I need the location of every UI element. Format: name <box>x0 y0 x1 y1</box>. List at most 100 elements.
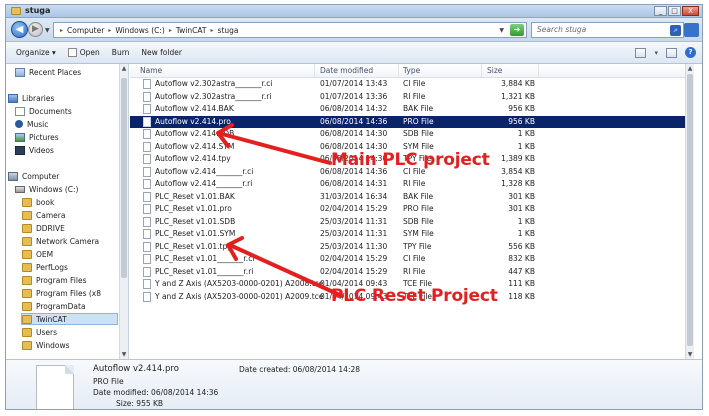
file-row[interactable]: Autoflow v2.302astra_______r.ci 01/07/201… <box>130 78 685 90</box>
refresh-button[interactable]: ➜ <box>510 24 524 36</box>
file-row[interactable]: Autoflow v2.414_______r.ri 06/08/2014 14:… <box>130 178 685 190</box>
column-date-header[interactable]: Date modified <box>320 66 373 75</box>
nav-folder-oem[interactable]: OEM <box>22 248 53 260</box>
search-input[interactable]: Search stuga ⌕ <box>531 22 684 38</box>
column-divider[interactable] <box>314 64 315 77</box>
nav-pictures[interactable]: Pictures <box>15 131 59 143</box>
nav-folder-users[interactable]: Users <box>22 326 57 338</box>
nav-scroll-thumb[interactable] <box>121 78 127 278</box>
file-row[interactable]: PLC_Reset v1.01_______r.ci 02/04/2014 15:… <box>130 253 685 265</box>
nav-folder-twincat[interactable]: TwinCAT <box>21 313 118 325</box>
breadcrumb-computer[interactable]: Computer <box>67 26 104 35</box>
file-size: 301 KB <box>508 191 535 201</box>
nav-folder-book[interactable]: book <box>22 196 54 208</box>
nav-label: Windows <box>36 340 70 350</box>
nav-label: Camera <box>36 210 66 220</box>
column-name-header[interactable]: Name <box>140 66 162 75</box>
open-label: Open <box>79 48 100 57</box>
nav-videos[interactable]: Videos <box>15 144 54 156</box>
file-type: BAK File <box>403 104 434 113</box>
file-date: 02/04/2014 15:29 <box>320 204 388 213</box>
preview-pane-icon[interactable] <box>666 47 677 58</box>
details-date-modified: Date modified: 06/08/2014 14:36 <box>93 388 219 397</box>
documents-icon <box>15 106 25 116</box>
close-button[interactable]: X <box>682 6 699 16</box>
file-row[interactable]: PLC_Reset v1.01.SYM 25/03/2014 11:31 SYM F… <box>130 228 685 240</box>
column-divider[interactable] <box>481 64 482 77</box>
file-size: 1,328 KB <box>501 179 535 188</box>
new-folder-button[interactable]: New folder <box>141 48 182 57</box>
nav-folder-network-camera[interactable]: Network Camera <box>22 235 99 247</box>
file-row[interactable]: PLC_Reset v1.01_______r.ri 02/04/2014 15:… <box>130 266 685 278</box>
library-icon <box>8 93 18 103</box>
file-row[interactable]: Autoflow v2.414.SDB 06/08/2014 14:30 SDB F… <box>130 128 685 140</box>
file-date: 25/03/2014 11:30 <box>320 241 388 251</box>
minimize-button[interactable]: _ <box>654 6 667 16</box>
breadcrumb-stuga[interactable]: stuga <box>218 26 239 35</box>
maximize-button[interactable]: □ <box>668 6 681 16</box>
nav-documents[interactable]: Documents <box>15 105 72 117</box>
nav-folder-ddrive[interactable]: DDRIVE <box>22 222 65 234</box>
file-row[interactable]: Autoflow v2.302astra_______r.ri 01/07/201… <box>130 91 685 103</box>
organize-button[interactable]: Organize ▾ <box>16 48 56 57</box>
file-row[interactable]: Autoflow v2.414.pro 06/08/2014 14:36 PRO F… <box>130 115 685 128</box>
nav-folder-program-files-x86[interactable]: Program Files (x8 <box>22 287 101 299</box>
nav-computer[interactable]: Computer <box>8 170 59 182</box>
nav-folder-perflogs[interactable]: PerfLogs <box>22 261 68 273</box>
file-name: Autoflow v2.414.SYM <box>155 141 235 151</box>
file-row[interactable]: PLC_Reset v1.01.tpy 25/03/2014 11:30 TPY F… <box>130 241 685 253</box>
scroll-down-icon[interactable]: ▼ <box>120 350 128 359</box>
chevron-right-icon: ▸ <box>108 26 112 34</box>
nav-folder-program-files[interactable]: Program Files <box>22 274 87 286</box>
help-icon[interactable]: ? <box>685 47 696 58</box>
chevron-down-icon[interactable]: ▾ <box>654 49 658 57</box>
file-type: CI File <box>403 254 426 263</box>
open-button[interactable]: Open <box>67 48 100 57</box>
chevron-right-icon: ▸ <box>60 26 64 34</box>
forward-button[interactable]: ▶ <box>28 22 43 37</box>
address-input[interactable]: ▸ Computer ▸ Windows (C:) ▸ TwinCAT ▸ st… <box>53 22 527 38</box>
nav-recent-places[interactable]: Recent Places <box>15 66 81 78</box>
folder-icon <box>22 340 32 350</box>
videos-icon <box>15 145 25 155</box>
search-icon[interactable]: ⌕ <box>670 25 681 36</box>
breadcrumb-twincat[interactable]: TwinCAT <box>176 26 207 35</box>
list-scroll-thumb[interactable] <box>687 74 693 346</box>
column-divider[interactable] <box>398 64 399 77</box>
nav-label: Recent Places <box>29 67 82 77</box>
scroll-up-icon[interactable]: ▲ <box>120 64 128 73</box>
info-icon[interactable] <box>684 23 699 37</box>
breadcrumb-drive[interactable]: Windows (C:) <box>115 26 164 35</box>
nav-label: Music <box>27 119 49 129</box>
view-options-icon[interactable] <box>635 47 647 58</box>
nav-drive-c[interactable]: Windows (C:) <box>15 183 78 195</box>
file-name: PLC_Reset v1.01.pro <box>155 204 232 213</box>
title-bar[interactable]: stuga _ □ X <box>6 5 702 18</box>
scroll-down-icon[interactable]: ▼ <box>686 350 694 359</box>
column-divider[interactable] <box>538 64 539 77</box>
column-type-header[interactable]: Type <box>403 66 420 75</box>
address-dropdown-icon[interactable]: ▼ <box>499 24 504 38</box>
column-size-header[interactable]: Size <box>487 66 502 75</box>
nav-folder-windows[interactable]: Windows <box>22 339 69 351</box>
file-size: 1 KB <box>517 129 535 138</box>
nav-folder-programdata[interactable]: ProgramData <box>22 300 86 312</box>
nav-music[interactable]: Music <box>15 118 48 130</box>
window-controls: _ □ X <box>654 6 699 16</box>
details-file-name: Autoflow v2.414.pro <box>93 364 179 374</box>
burn-button[interactable]: Burn <box>112 48 130 57</box>
file-row[interactable]: PLC_Reset v1.01.pro 02/04/2014 15:29 PRO F… <box>130 203 685 215</box>
file-name: PLC_Reset v1.01.SDB <box>155 216 236 226</box>
list-scrollbar[interactable]: ▲ ▼ <box>685 64 694 359</box>
back-button[interactable]: ◀ <box>11 21 28 38</box>
nav-scrollbar[interactable]: ▲ ▼ <box>119 64 128 359</box>
scroll-up-icon[interactable]: ▲ <box>686 64 694 73</box>
nav-label: Users <box>36 327 58 337</box>
nav-label: Program Files <box>36 275 87 285</box>
file-row[interactable]: PLC_Reset v1.01.SDB 25/03/2014 11:31 SDB F… <box>130 216 685 228</box>
nav-folder-camera[interactable]: Camera <box>22 209 65 221</box>
file-row[interactable]: Autoflow v2.414.BAK 06/08/2014 14:32 BAK F… <box>130 103 685 115</box>
recent-pages-dropdown[interactable]: ▼ <box>45 27 50 34</box>
file-row[interactable]: PLC_Reset v1.01.BAK 31/03/2014 16:34 BAK F… <box>130 191 685 203</box>
nav-libraries[interactable]: Libraries <box>8 92 54 104</box>
